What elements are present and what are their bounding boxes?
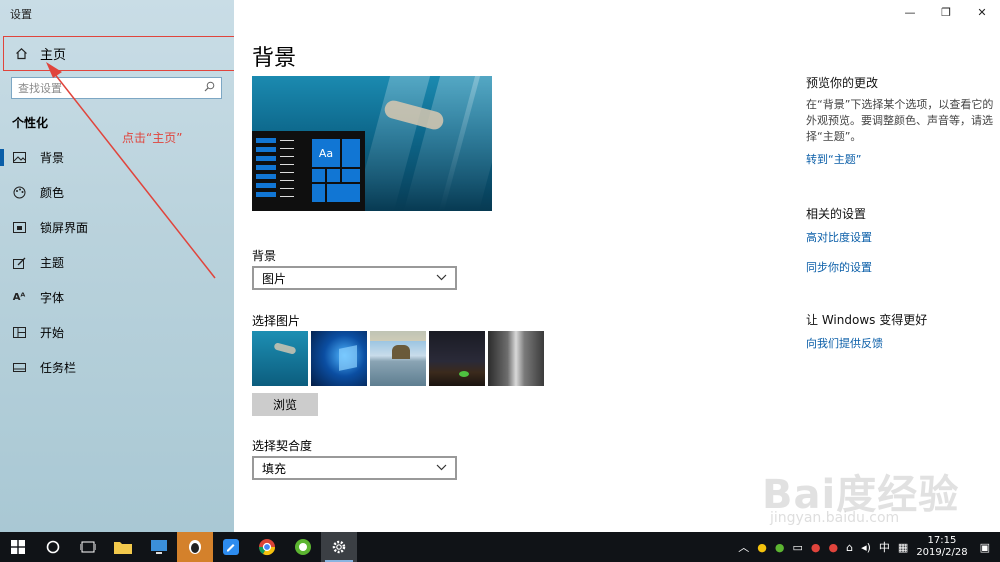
- baidu-watermark: Bai度经验 jingyan.baidu.com: [762, 458, 992, 536]
- taskbar-settings[interactable]: [321, 532, 357, 562]
- preview-changes-text: 在“背景”下选择某个选项，以查看它的外观预览。要调整颜色、声音等，请选择“主题”…: [806, 98, 994, 143]
- go-to-themes-link[interactable]: 转到“主题”: [806, 151, 996, 167]
- fit-label: 选择契合度: [252, 439, 313, 453]
- preview-changes-title: 预览你的更改: [806, 76, 879, 90]
- main-content: — ❐ ✕ 背景 Aa 背景 图片 选择图片 浏览 选择契合度 填充 预览你的更…: [234, 0, 1000, 532]
- computer-icon: [151, 540, 167, 554]
- tray-app-icon-4[interactable]: ⌂: [846, 541, 853, 554]
- thumbnail-underwater[interactable]: [252, 331, 308, 386]
- right-panel: 预览你的更改 在“背景”下选择某个选项，以查看它的外观预览。要调整颜色、声音等，…: [806, 74, 996, 351]
- taskbar: ︿ ● ● ▭ ● ● ⌂ ◂) 中 ▦ 17:15 2019/2/28 ▣: [0, 532, 1000, 562]
- chevron-down-icon: [436, 273, 447, 284]
- taskbar-green-app[interactable]: [285, 532, 321, 562]
- folder-icon: [114, 542, 132, 554]
- chevron-up-icon[interactable]: ︿: [738, 539, 749, 555]
- search-circle-icon: [46, 540, 59, 554]
- sidebar-item-taskbar[interactable]: 任务栏: [0, 350, 234, 385]
- gear-icon: [332, 540, 346, 554]
- volume-icon[interactable]: ◂): [861, 541, 871, 554]
- tray-shield-icon[interactable]: ●: [775, 541, 785, 554]
- thumbnail-beach[interactable]: [370, 331, 426, 386]
- sidebar-item-label: 开始: [40, 326, 65, 340]
- improve-windows-title: 让 Windows 变得更好: [806, 313, 928, 327]
- annotation-arrow: [46, 62, 216, 279]
- related-settings-title: 相关的设置: [806, 207, 867, 221]
- ime-indicator[interactable]: 中: [879, 539, 890, 555]
- taskbar-notes-app[interactable]: [213, 532, 249, 562]
- sidebar-item-start[interactable]: 开始: [0, 315, 234, 350]
- clock-date: 2019/2/28: [916, 547, 968, 558]
- minimize-button[interactable]: —: [892, 0, 928, 24]
- tray-app-icon-2[interactable]: ●: [811, 541, 821, 554]
- thumbnail-waterfall[interactable]: [488, 331, 544, 386]
- thumbnail-windows-light[interactable]: [311, 331, 367, 386]
- background-dropdown[interactable]: 图片: [252, 266, 457, 290]
- window-controls: — ❐ ✕: [892, 0, 1000, 24]
- sync-settings-link[interactable]: 同步你的设置: [806, 259, 996, 275]
- taskbar-icon: [12, 361, 26, 375]
- feedback-link[interactable]: 向我们提供反馈: [806, 335, 996, 351]
- close-button[interactable]: ✕: [964, 0, 1000, 24]
- tray-app-icon[interactable]: ●: [757, 541, 767, 554]
- tray-network-icon[interactable]: ▭: [792, 541, 802, 554]
- taskbar-qq-browser[interactable]: [177, 532, 213, 562]
- sidebar-item-label: 任务栏: [40, 361, 77, 375]
- browse-button[interactable]: 浏览: [252, 393, 318, 416]
- pencil-note-icon: [223, 539, 239, 555]
- background-dropdown-value: 图片: [262, 271, 287, 286]
- background-preview: Aa: [252, 76, 492, 211]
- high-contrast-link[interactable]: 高对比度设置: [806, 229, 996, 245]
- sidebar-item-label: 字体: [40, 291, 65, 305]
- watermark-url: jingyan.baidu.com: [770, 510, 900, 526]
- start-button[interactable]: [0, 532, 35, 562]
- background-label: 背景: [252, 249, 277, 263]
- start-grid-icon: [12, 326, 26, 340]
- cortana-button[interactable]: [35, 532, 70, 562]
- ime-mode-icon[interactable]: ▦: [898, 541, 908, 554]
- system-tray: ︿ ● ● ▭ ● ● ⌂ ◂) 中 ▦ 17:15 2019/2/28 ▣: [738, 532, 1000, 562]
- font-icon: Aᴬ: [12, 292, 26, 303]
- task-view-button[interactable]: [70, 532, 105, 562]
- fit-dropdown[interactable]: 填充: [252, 456, 457, 480]
- penguin-icon: [189, 540, 201, 554]
- taskbar-file-explorer[interactable]: [105, 532, 141, 562]
- taskbar-this-pc[interactable]: [141, 532, 177, 562]
- chevron-down-icon: [436, 463, 447, 474]
- maximize-button[interactable]: ❐: [928, 0, 964, 24]
- clock[interactable]: 17:15 2019/2/28: [916, 535, 967, 559]
- taskbar-chrome[interactable]: [249, 532, 285, 562]
- green-app-icon: [295, 539, 311, 555]
- tray-app-icon-3[interactable]: ●: [828, 541, 838, 554]
- choose-picture-label: 选择图片: [252, 314, 301, 328]
- clock-time: 17:15: [927, 535, 957, 546]
- page-title: 背景: [252, 46, 297, 71]
- notification-icon[interactable]: ▣: [980, 541, 990, 554]
- windows-logo-icon: [10, 540, 25, 554]
- fit-dropdown-value: 填充: [262, 461, 287, 476]
- thumbnail-night-sky[interactable]: [429, 331, 485, 386]
- task-view-icon: [79, 541, 96, 553]
- preview-tile: Aa: [312, 139, 340, 167]
- picture-thumbnails: [252, 331, 544, 386]
- chrome-icon: [258, 539, 276, 556]
